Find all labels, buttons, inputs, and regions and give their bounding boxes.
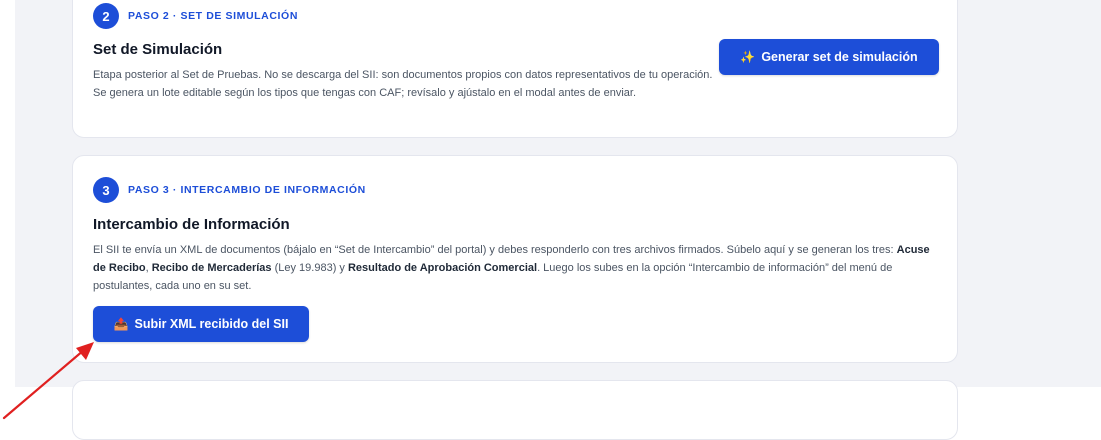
red-arrow-annotation [2,342,94,420]
